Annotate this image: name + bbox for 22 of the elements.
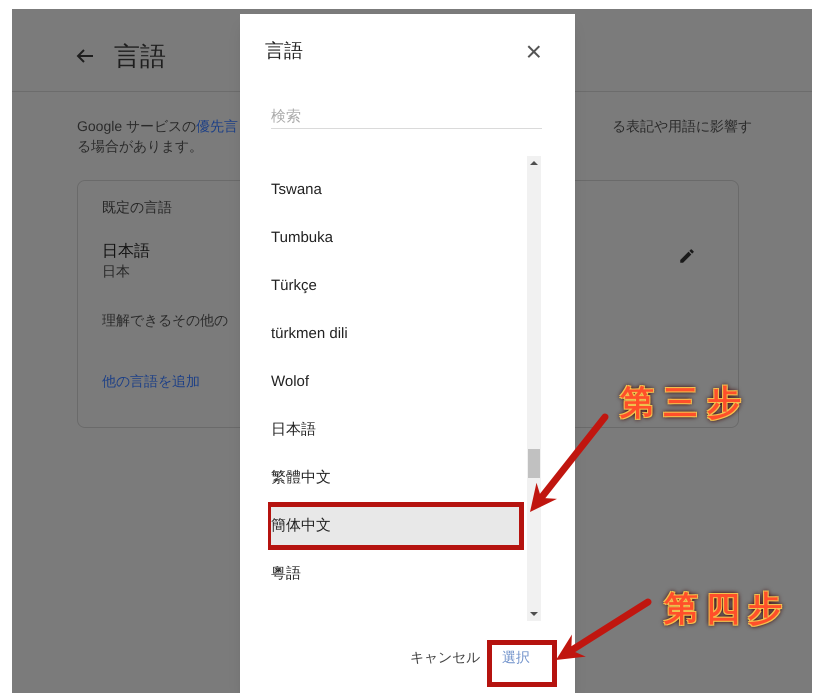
region-name: 日本 bbox=[102, 262, 131, 280]
other-languages-label: 理解できるその他の bbox=[102, 311, 229, 330]
step-label: 第四步 bbox=[664, 589, 790, 630]
language-option[interactable]: 簡体中文 bbox=[271, 507, 519, 545]
language-name: 日本語 bbox=[102, 242, 150, 262]
scrollbar-thumb[interactable] bbox=[528, 449, 540, 478]
scroll-down-icon[interactable] bbox=[530, 611, 538, 617]
cancel-button[interactable]: キャンセル bbox=[410, 647, 480, 668]
section-heading: 既定の言語 bbox=[102, 198, 173, 217]
description-text: る表記や用語に影響す bbox=[612, 117, 752, 136]
page-title: 言語 bbox=[114, 40, 166, 72]
dialog-title: 言語 bbox=[265, 40, 303, 64]
scrollbar[interactable] bbox=[527, 156, 541, 621]
search-field[interactable]: 検索 bbox=[271, 105, 542, 129]
close-button[interactable]: × bbox=[526, 38, 542, 66]
step-label: 第 三 步 bbox=[620, 383, 741, 424]
pencil-icon[interactable] bbox=[678, 247, 696, 265]
highlight-frame bbox=[487, 640, 557, 687]
description-text: る場合があります。 bbox=[77, 137, 204, 156]
back-arrow-icon[interactable] bbox=[76, 48, 94, 64]
scroll-up-icon[interactable] bbox=[530, 160, 538, 166]
description-text: Google サービスの bbox=[77, 117, 196, 136]
